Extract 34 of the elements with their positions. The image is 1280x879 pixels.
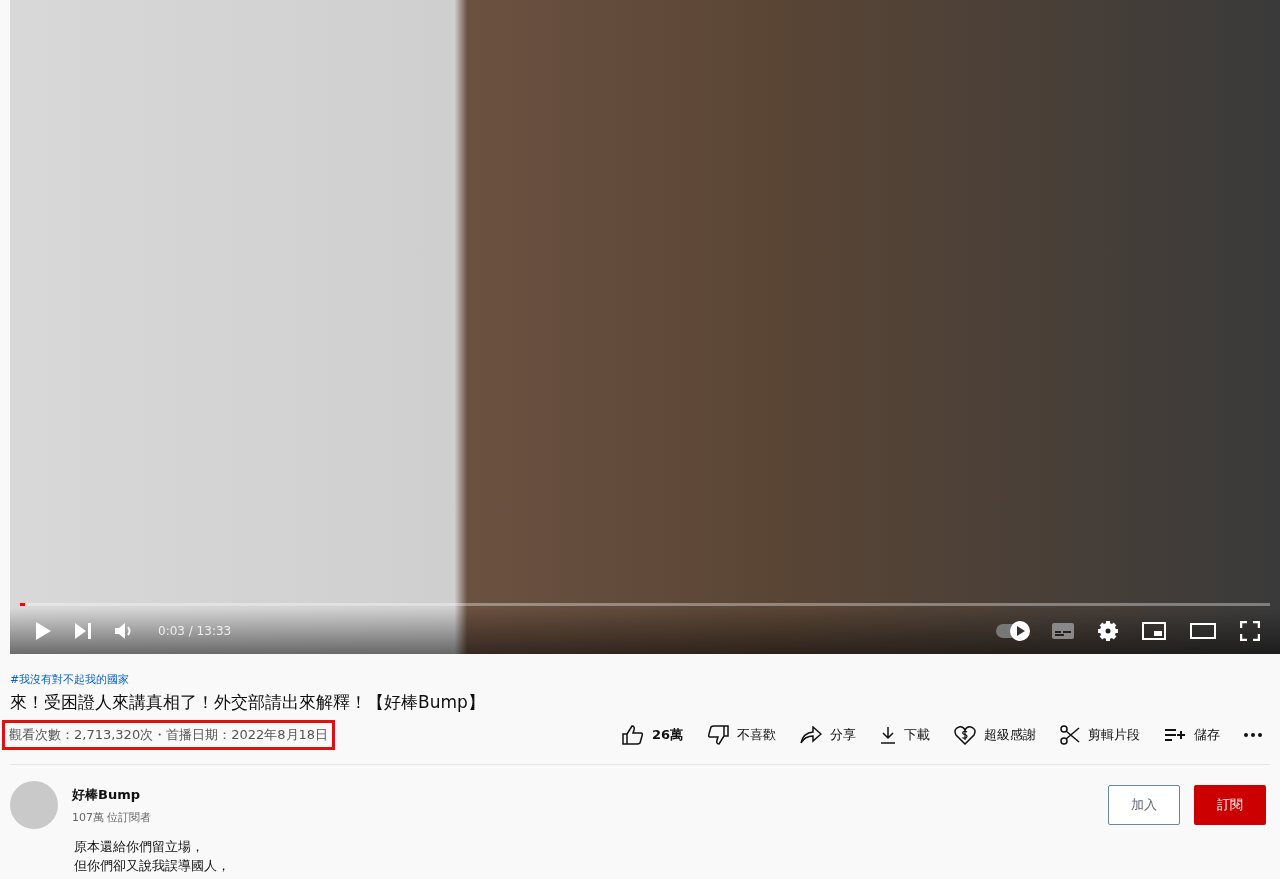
join-button[interactable]: 加入 (1108, 785, 1180, 825)
play-icon[interactable] (34, 621, 52, 641)
subtitles-icon[interactable] (1052, 623, 1074, 639)
next-icon[interactable] (74, 622, 92, 640)
settings-icon[interactable] (1098, 621, 1118, 641)
view-stats: 觀看次數：2,713,320次・首播日期：2022年8月18日 (2, 720, 336, 750)
dislike-button[interactable]: 不喜歡 (699, 721, 784, 749)
thumbs-up-icon (621, 725, 644, 745)
like-button[interactable]: 26萬 (613, 721, 691, 749)
video-title: 來！受困證人來講真相了！外交部請出來解釋！【好棒Bump】 (10, 691, 486, 714)
theater-mode-icon[interactable] (1190, 623, 1216, 639)
more-icon (1244, 733, 1262, 737)
subscribe-button[interactable]: 訂閱 (1194, 785, 1266, 825)
subscriber-count: 107萬 位訂閱者 (72, 809, 153, 825)
heart-dollar-icon (954, 725, 976, 745)
share-button[interactable]: 分享 (792, 722, 864, 748)
download-button[interactable]: 下載 (872, 722, 938, 748)
time-display: 0:03 / 13:33 (158, 624, 232, 638)
scissors-icon (1060, 725, 1080, 745)
description-line: 原本還給你們留立場， (74, 838, 205, 856)
download-icon (880, 726, 896, 744)
clip-button[interactable]: 剪輯片段 (1052, 721, 1148, 749)
channel-name[interactable]: 好棒Bump (72, 785, 1094, 804)
save-button[interactable]: 儲存 (1156, 722, 1228, 748)
miniplayer-icon[interactable] (1142, 622, 1166, 640)
autoplay-toggle[interactable] (996, 624, 1028, 638)
fullscreen-icon[interactable] (1240, 621, 1260, 641)
hashtag-link[interactable]: #我沒有對不起我的國家 (10, 672, 1270, 687)
thanks-button[interactable]: 超級感謝 (946, 721, 1044, 749)
thumbs-down-icon (707, 725, 729, 745)
progress-bar[interactable] (20, 603, 1270, 606)
description-line: 但你們卻又說我誤導國人， (74, 857, 231, 875)
share-arrow-icon (800, 726, 822, 744)
add-to-playlist-icon (1164, 728, 1186, 742)
